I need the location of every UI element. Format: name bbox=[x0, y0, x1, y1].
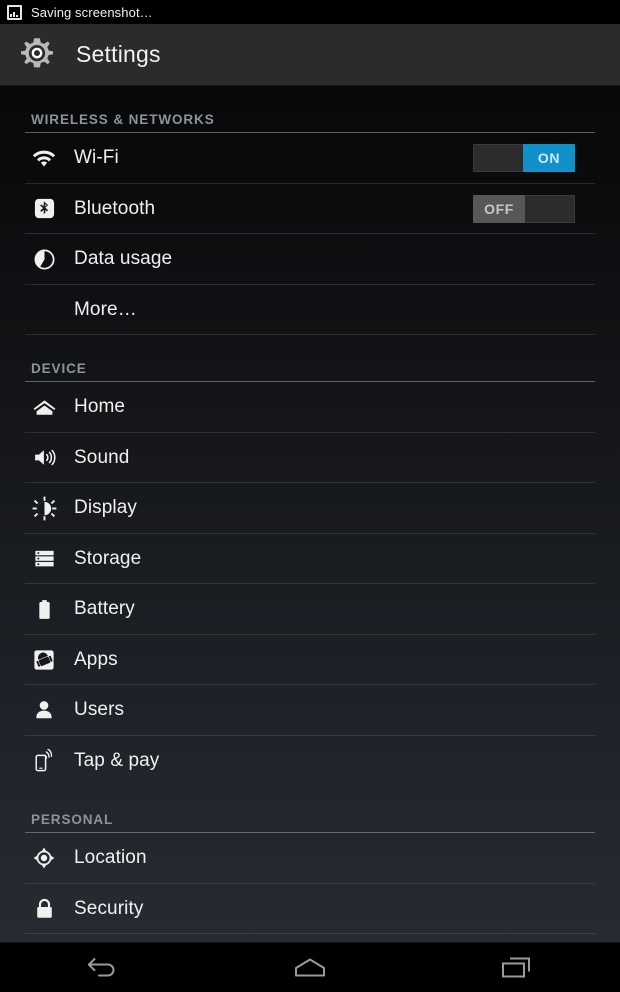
section-header-label: PERSONAL bbox=[31, 812, 114, 827]
section-header-wireless: WIRELESS & NETWORKS bbox=[0, 86, 620, 133]
recents-icon[interactable] bbox=[457, 943, 577, 992]
display-brightness-icon bbox=[31, 495, 57, 521]
settings-row-home[interactable]: Home bbox=[0, 382, 620, 433]
settings-row-label: Home bbox=[74, 396, 126, 418]
switch-thumb[interactable]: ON bbox=[523, 144, 575, 173]
settings-row-label: Sound bbox=[74, 446, 130, 468]
sound-speaker-icon bbox=[31, 445, 57, 471]
action-bar: Settings bbox=[0, 24, 620, 86]
settings-row-label: Data usage bbox=[74, 248, 173, 270]
switch-thumb[interactable]: OFF bbox=[473, 194, 525, 223]
home-icon bbox=[31, 394, 57, 420]
settings-row-label: Location bbox=[74, 847, 147, 869]
back-icon[interactable] bbox=[43, 943, 163, 992]
status-bar-text: Saving screenshot… bbox=[31, 4, 153, 20]
wifi-icon bbox=[31, 145, 57, 171]
settings-row-label: Security bbox=[74, 897, 144, 919]
page-title: Settings bbox=[76, 41, 161, 67]
battery-icon bbox=[31, 596, 57, 622]
settings-row-bluetooth[interactable]: Bluetooth OFF bbox=[0, 184, 620, 235]
section-header-label: DEVICE bbox=[31, 361, 87, 376]
settings-row-label: Battery bbox=[74, 598, 135, 620]
settings-row-storage[interactable]: Storage bbox=[0, 534, 620, 585]
settings-row-security[interactable]: Security bbox=[0, 884, 620, 935]
settings-row-apps[interactable]: Apps bbox=[0, 635, 620, 686]
settings-row-sound[interactable]: Sound bbox=[0, 433, 620, 484]
settings-row-wifi[interactable]: Wi-Fi ON bbox=[0, 133, 620, 184]
home-nav-icon[interactable] bbox=[250, 943, 370, 992]
navigation-bar bbox=[0, 942, 620, 992]
section-header-device: DEVICE bbox=[0, 335, 620, 382]
section-header-personal: PERSONAL bbox=[0, 786, 620, 833]
gear-icon[interactable] bbox=[14, 32, 60, 78]
settings-row-label: Users bbox=[74, 699, 125, 721]
settings-row-label: Apps bbox=[74, 648, 118, 670]
settings-row-label: More… bbox=[74, 298, 137, 320]
screenshot-image-icon bbox=[7, 4, 22, 20]
apps-android-icon bbox=[31, 647, 57, 673]
settings-row-display[interactable]: Display bbox=[0, 483, 620, 534]
bluetooth-toggle-switch[interactable]: OFF bbox=[473, 194, 575, 223]
settings-row-battery[interactable]: Battery bbox=[0, 584, 620, 635]
settings-row-label: Bluetooth bbox=[74, 197, 156, 219]
settings-row-tap-and-pay[interactable]: Tap & pay bbox=[0, 736, 620, 787]
settings-row-data-usage[interactable]: Data usage bbox=[0, 234, 620, 285]
tap-and-pay-nfc-icon bbox=[31, 748, 57, 774]
bluetooth-icon bbox=[31, 196, 57, 222]
settings-row-label: Wi-Fi bbox=[74, 147, 119, 169]
status-bar: Saving screenshot… bbox=[0, 0, 620, 24]
section-header-label: WIRELESS & NETWORKS bbox=[31, 112, 215, 127]
settings-row-more[interactable]: More… bbox=[0, 285, 620, 336]
settings-row-location[interactable]: Location bbox=[0, 833, 620, 884]
settings-row-label: Tap & pay bbox=[74, 749, 160, 771]
wifi-toggle-switch[interactable]: ON bbox=[473, 144, 575, 173]
storage-icon bbox=[31, 546, 57, 572]
settings-row-label: Storage bbox=[74, 547, 142, 569]
security-lock-icon bbox=[31, 896, 57, 922]
settings-row-label: Display bbox=[74, 497, 137, 519]
users-person-icon bbox=[31, 697, 57, 723]
android-settings-screen: Saving screenshot… Settings WIRELESS & N… bbox=[0, 0, 620, 992]
data-usage-pie-icon bbox=[31, 246, 57, 272]
settings-list[interactable]: WIRELESS & NETWORKS Wi-Fi ON Bluetooth O… bbox=[0, 86, 620, 942]
location-crosshair-icon bbox=[31, 845, 57, 871]
settings-row-users[interactable]: Users bbox=[0, 685, 620, 736]
settings-row-language-input[interactable]: Language & input bbox=[0, 934, 620, 942]
